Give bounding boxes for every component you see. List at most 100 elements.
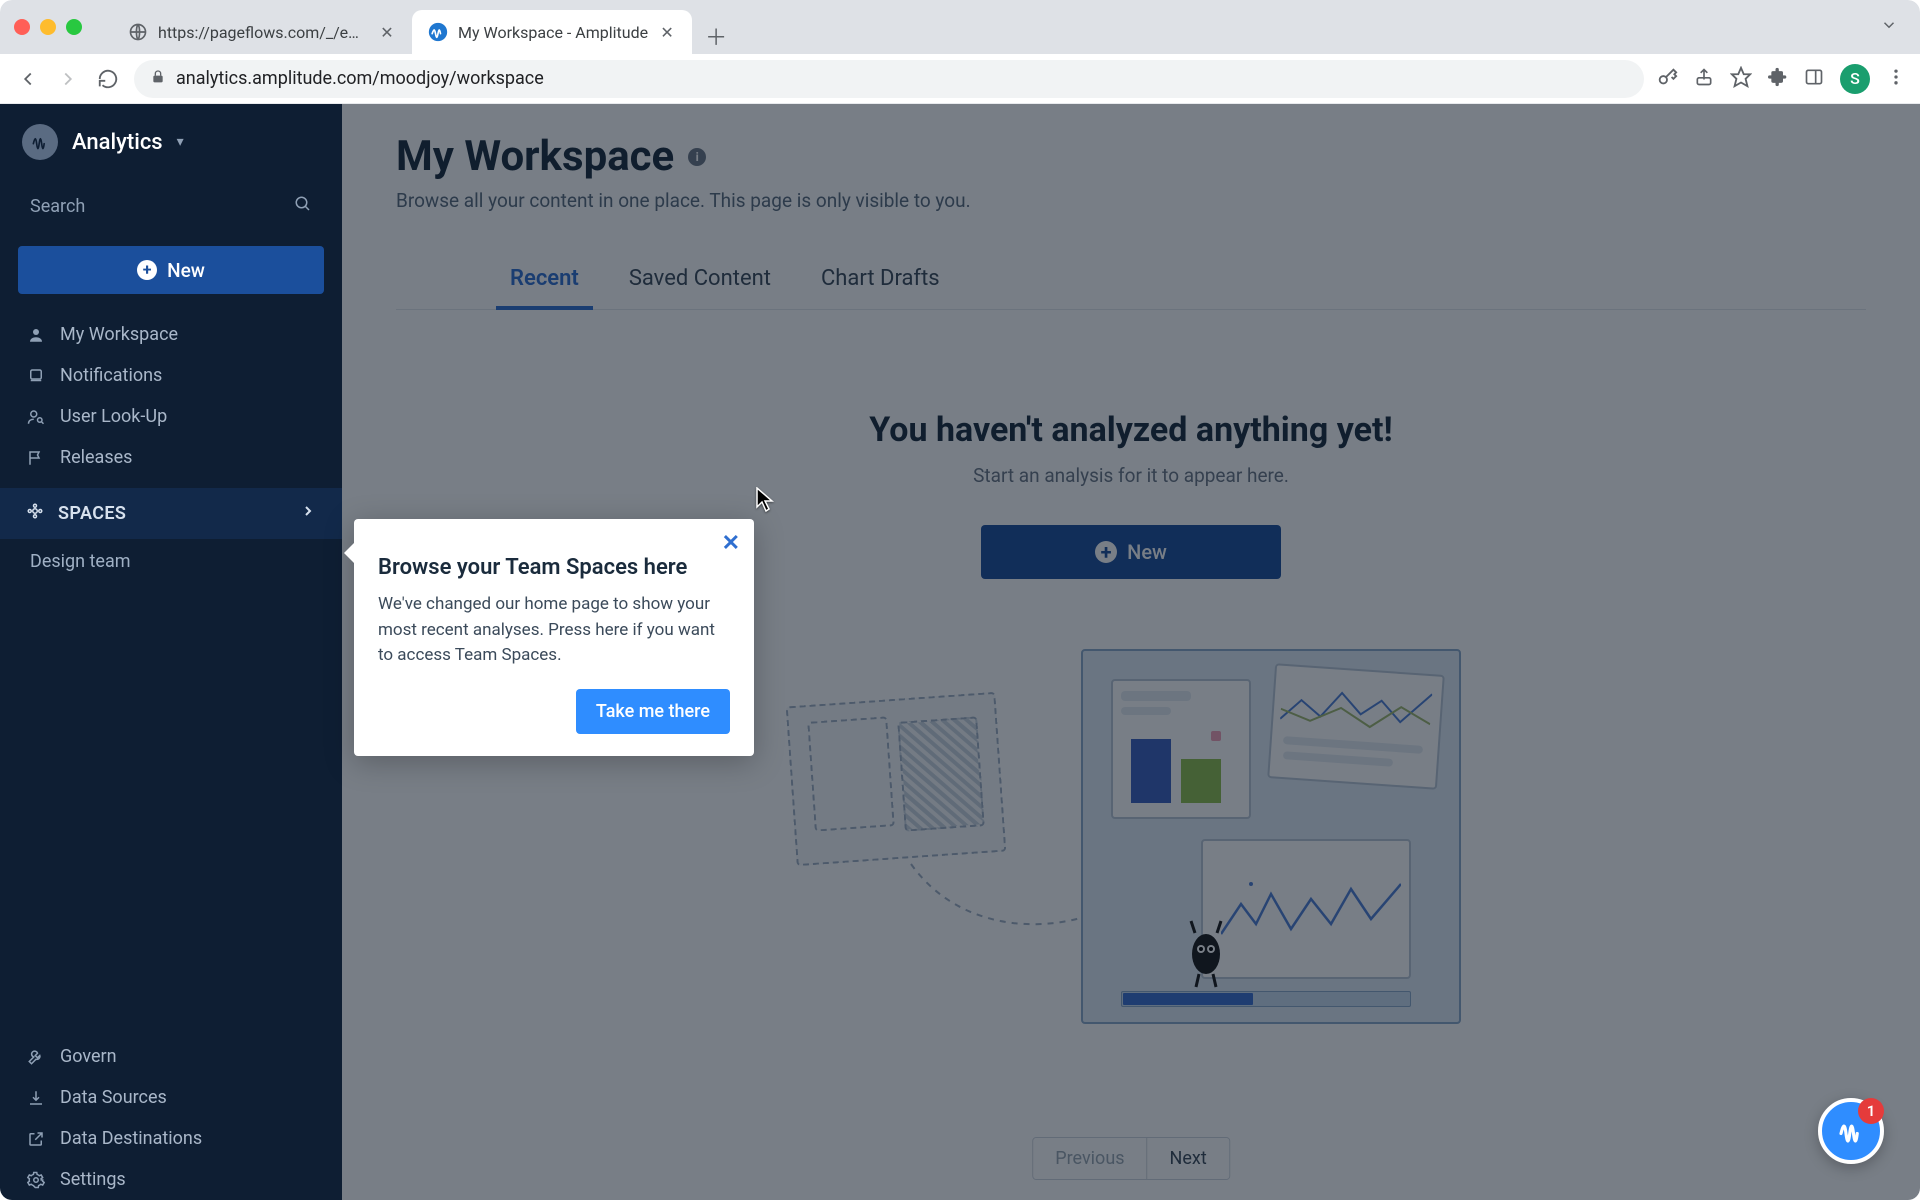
sidebar-item-notifications[interactable]: Notifications <box>0 355 342 396</box>
fab-badge: 1 <box>1858 1098 1884 1124</box>
page-title: My Workspace <box>396 132 674 181</box>
sidebar-item-releases[interactable]: Releases <box>0 437 342 478</box>
forward-button[interactable] <box>54 65 82 93</box>
browser-tab-title: My Workspace - Amplitude <box>458 23 648 42</box>
info-icon[interactable]: i <box>688 148 706 166</box>
empty-new-button[interactable]: + New <box>981 525 1281 579</box>
flag-icon <box>26 449 46 467</box>
user-search-icon <box>26 408 46 426</box>
sidebar-footer: Govern Data Sources Data Destinations Se… <box>0 1036 342 1200</box>
key-icon[interactable] <box>1656 66 1678 92</box>
sidebar-section-spaces[interactable]: SPACES <box>0 488 342 539</box>
tab-label: Chart Drafts <box>821 266 940 291</box>
gear-icon <box>26 1171 46 1189</box>
search-icon <box>294 195 312 218</box>
onboarding-popover: ✕ Browse your Team Spaces here We've cha… <box>354 519 754 756</box>
browser-tab-0[interactable]: https://pageflows.com/_/emails ✕ <box>112 10 412 54</box>
pager: Previous Next <box>1032 1137 1230 1180</box>
sidebar-item-data-sources[interactable]: Data Sources <box>0 1077 342 1118</box>
toolbar-right: S <box>1656 64 1906 94</box>
popover-body: We've changed our home page to show your… <box>378 592 730 669</box>
sidebar-space-item[interactable]: Design team <box>0 539 342 584</box>
pager-prev-label: Previous <box>1055 1148 1124 1169</box>
sidebar-item-my-workspace[interactable]: My Workspace <box>0 314 342 355</box>
browser-tab-title: https://pageflows.com/_/emails <box>158 23 368 42</box>
pager-next-button[interactable]: Next <box>1147 1138 1229 1179</box>
sidepanel-icon[interactable] <box>1804 67 1824 91</box>
plus-circle-icon: + <box>137 260 157 280</box>
star-icon[interactable] <box>1730 66 1752 92</box>
browser-toolbar: analytics.amplitude.com/moodjoy/workspac… <box>0 54 1920 104</box>
window-minimize-button[interactable] <box>40 19 56 35</box>
sidebar-item-user-lookup[interactable]: User Look-Up <box>0 396 342 437</box>
lock-icon <box>150 69 166 89</box>
product-switcher[interactable]: Analytics ▾ <box>0 104 342 174</box>
menu-icon[interactable] <box>1886 67 1906 91</box>
sidebar-nav: My Workspace Notifications User Look-Up … <box>0 304 342 488</box>
sidebar-new-button[interactable]: + New <box>18 246 324 294</box>
tab-overflow-button[interactable] <box>1872 16 1906 39</box>
back-button[interactable] <box>14 65 42 93</box>
page-subtitle: Browse all your content in one place. Th… <box>396 189 1866 212</box>
pager-prev-button[interactable]: Previous <box>1033 1138 1146 1179</box>
tab-saved-content[interactable]: Saved Content <box>625 252 775 309</box>
sidebar-item-label: Data Destinations <box>60 1128 202 1149</box>
download-icon <box>26 1089 46 1107</box>
window-zoom-button[interactable] <box>66 19 82 35</box>
profile-avatar[interactable]: S <box>1840 64 1870 94</box>
pager-next-label: Next <box>1170 1148 1207 1169</box>
window-controls <box>14 19 82 35</box>
popover-cta-button[interactable]: Take me there <box>576 689 730 734</box>
user-icon <box>26 326 46 344</box>
wrench-icon <box>26 1048 46 1066</box>
tab-label: Saved Content <box>629 266 771 291</box>
sidebar-item-label: Releases <box>60 447 132 468</box>
sidebar-item-label: My Workspace <box>60 324 178 345</box>
address-bar[interactable]: analytics.amplitude.com/moodjoy/workspac… <box>134 60 1644 98</box>
plus-circle-icon: + <box>1095 541 1117 563</box>
sidebar-item-data-destinations[interactable]: Data Destinations <box>0 1118 342 1159</box>
sidebar-item-label: User Look-Up <box>60 406 167 427</box>
sidebar-item-label: Data Sources <box>60 1087 167 1108</box>
sidebar-section-label: SPACES <box>58 503 126 524</box>
new-tab-button[interactable]: ＋ <box>698 18 734 54</box>
sidebar-item-govern[interactable]: Govern <box>0 1036 342 1077</box>
tab-label: Recent <box>510 266 579 291</box>
amplitude-logo-icon <box>22 124 58 160</box>
window-close-button[interactable] <box>14 19 30 35</box>
tab-chart-drafts[interactable]: Chart Drafts <box>817 252 944 309</box>
product-name: Analytics <box>72 130 163 155</box>
empty-cta-label: New <box>1127 540 1167 564</box>
empty-state-illustration <box>781 629 1481 1009</box>
browser-tab-1[interactable]: My Workspace - Amplitude ✕ <box>412 10 692 54</box>
close-icon[interactable]: ✕ <box>378 23 396 41</box>
globe-icon <box>128 22 148 42</box>
tab-recent[interactable]: Recent <box>506 252 583 309</box>
popover-close-button[interactable]: ✕ <box>722 531 740 556</box>
reload-button[interactable] <box>94 65 122 93</box>
chevron-right-icon <box>300 503 316 524</box>
sidebar-item-settings[interactable]: Settings <box>0 1159 342 1200</box>
search-input[interactable] <box>30 196 256 217</box>
sidebar-search[interactable] <box>18 184 324 228</box>
url-text: analytics.amplitude.com/moodjoy/workspac… <box>176 68 544 89</box>
new-label: New <box>167 259 205 282</box>
sidebar-item-label: Notifications <box>60 365 162 386</box>
content-tabs: Recent Saved Content Chart Drafts <box>396 252 1866 310</box>
empty-state-heading: You haven't analyzed anything yet! <box>396 410 1866 450</box>
sidebar-space-label: Design team <box>30 551 131 572</box>
bell-icon <box>26 367 46 385</box>
share-icon[interactable] <box>1694 67 1714 91</box>
sidebar-item-label: Settings <box>60 1169 126 1190</box>
fab-badge-count: 1 <box>1867 1102 1876 1120</box>
amplitude-favicon-icon <box>428 22 448 42</box>
sidebar-item-label: Govern <box>60 1046 117 1067</box>
browser-titlebar: https://pageflows.com/_/emails ✕ My Work… <box>0 0 1920 54</box>
empty-state-subtext: Start an analysis for it to appear here. <box>396 464 1866 487</box>
help-fab[interactable]: 1 <box>1818 1098 1884 1164</box>
browser-tabs: https://pageflows.com/_/emails ✕ My Work… <box>112 0 734 54</box>
close-icon[interactable]: ✕ <box>658 23 676 41</box>
spaces-icon <box>26 502 44 525</box>
sidebar: Analytics ▾ + New My Workspace Notificat… <box>0 104 342 1200</box>
extensions-icon[interactable] <box>1768 67 1788 91</box>
